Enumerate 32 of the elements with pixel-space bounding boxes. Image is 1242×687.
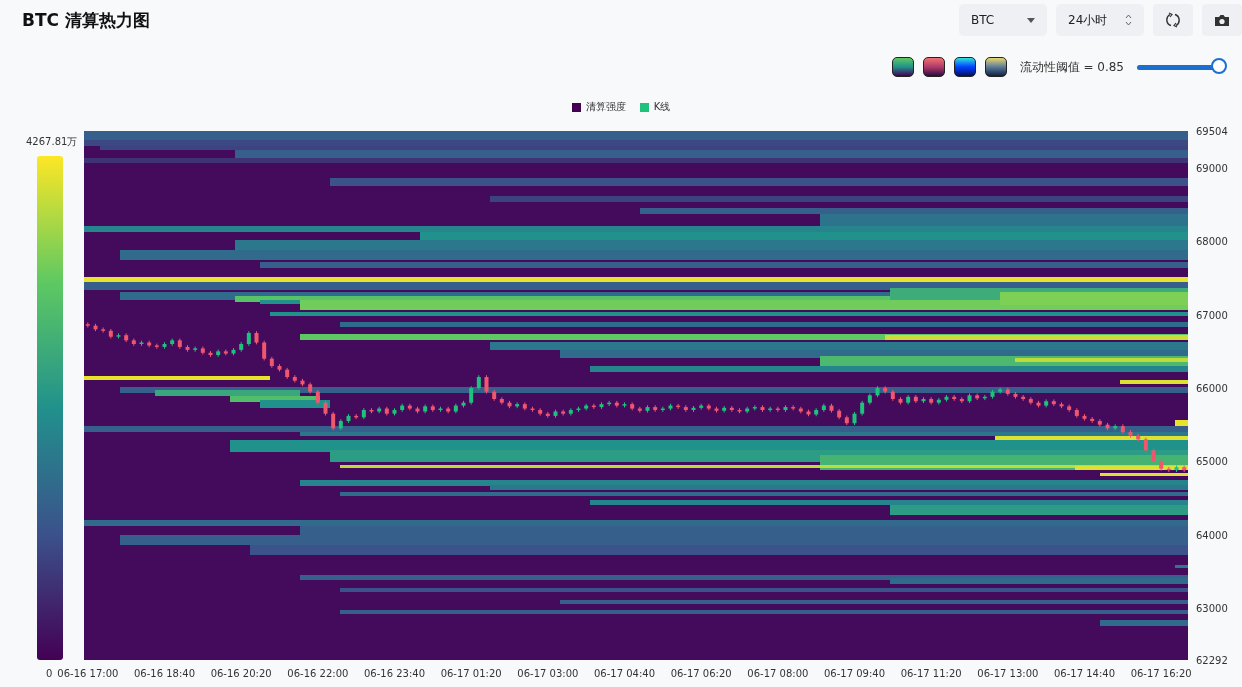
range-select[interactable]: 24小时 bbox=[1056, 4, 1144, 36]
legend-label[interactable]: K线 bbox=[653, 100, 671, 114]
y-axis-label: 65000 bbox=[1196, 455, 1228, 467]
y-axis-label: 67000 bbox=[1196, 309, 1228, 321]
x-axis-label: 06-16 18:40 bbox=[133, 668, 196, 679]
y-axis-label: 69000 bbox=[1196, 162, 1228, 174]
x-axis-label: 06-17 14:40 bbox=[1053, 668, 1116, 679]
x-axis-label: 06-17 16:20 bbox=[1130, 668, 1192, 679]
symbol-select[interactable]: BTC bbox=[959, 4, 1047, 36]
y-axis-label: 68000 bbox=[1196, 235, 1228, 247]
x-axis-label: 06-16 23:40 bbox=[363, 668, 426, 679]
page-title: BTC 清算热力图 bbox=[22, 9, 150, 32]
y-axis-label: 62292 bbox=[1196, 654, 1228, 666]
x-axis-label: 06-17 03:00 bbox=[517, 668, 579, 679]
x-axis-label: 06-17 09:40 bbox=[823, 668, 886, 679]
x-axis-label: 06-17 04:40 bbox=[593, 668, 656, 679]
y-axis-label: 63000 bbox=[1196, 602, 1228, 614]
x-axis-label: 06-17 01:20 bbox=[440, 668, 502, 679]
y-axis-label: 66000 bbox=[1196, 382, 1228, 394]
scale-max-label: 4267.81万 bbox=[26, 135, 78, 149]
x-axis-label: 06-17 13:00 bbox=[977, 668, 1039, 679]
x-axis-label: 06-16 22:00 bbox=[287, 668, 349, 679]
threshold-label: 流动性阈值 = 0.85 bbox=[1019, 58, 1124, 76]
x-axis-label: 06-16 17:00 bbox=[57, 668, 119, 679]
x-axis-label: 06-17 11:20 bbox=[900, 668, 962, 679]
x-axis-label: 06-17 06:20 bbox=[670, 668, 732, 679]
x-axis-label: 06-17 08:00 bbox=[747, 668, 809, 679]
y-axis-label: 69504 bbox=[1196, 125, 1228, 137]
y-axis-label: 64000 bbox=[1196, 529, 1228, 541]
legend-label[interactable]: 清算强度 bbox=[585, 100, 626, 114]
x-axis-label: 06-16 20:20 bbox=[210, 668, 272, 679]
scale-min-label: 0 bbox=[46, 668, 53, 679]
